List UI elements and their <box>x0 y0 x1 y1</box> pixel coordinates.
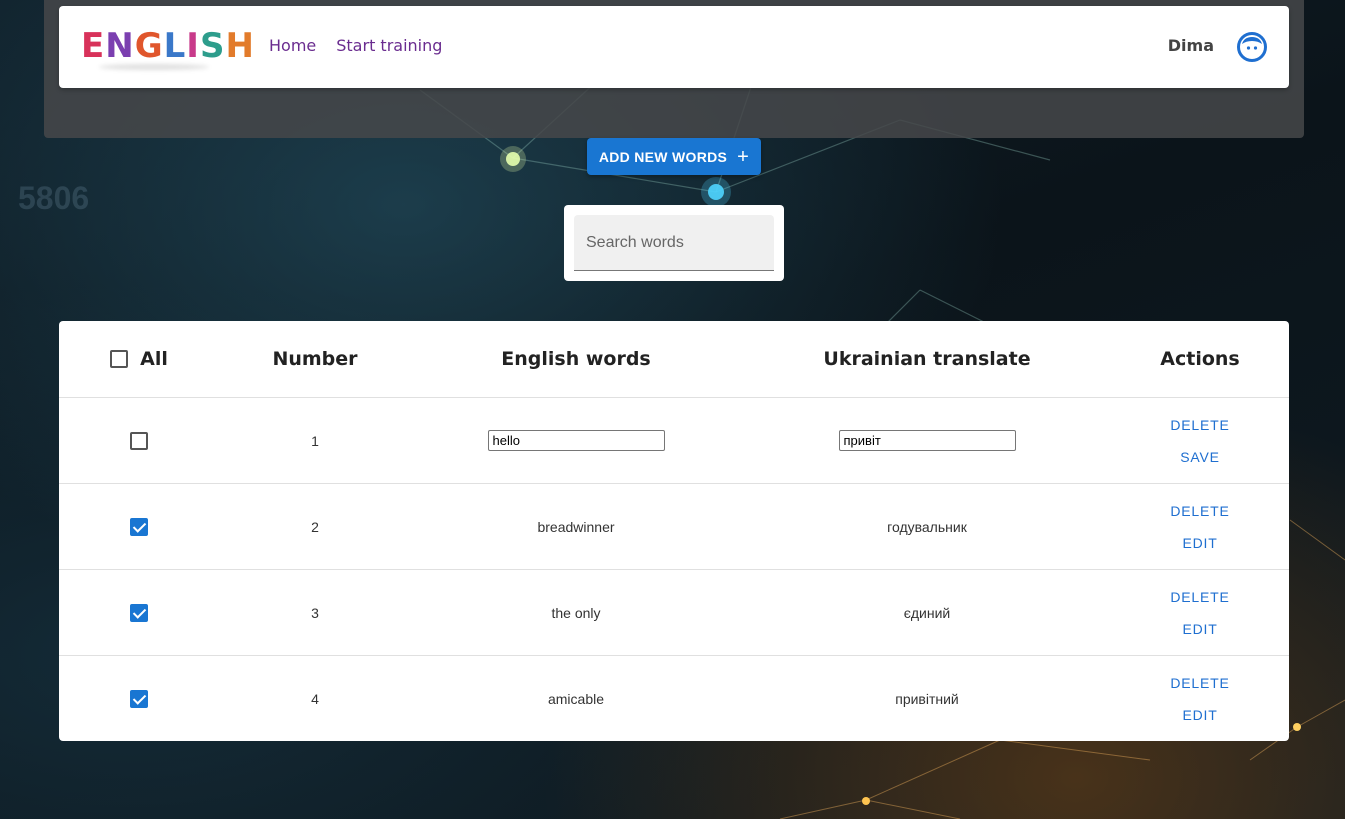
delete-button[interactable]: DELETE <box>1170 417 1229 433</box>
row-checkbox-cell <box>99 570 179 655</box>
plus-icon: + <box>737 145 750 168</box>
row-actions: DELETE EDIT <box>1125 570 1275 655</box>
select-all-group[interactable]: All <box>110 348 168 370</box>
nav-links: Home Start training <box>269 36 442 55</box>
header-number: Number <box>272 348 358 370</box>
header-select-all: All <box>99 321 179 397</box>
add-new-words-label: ADD NEW WORDS <box>598 148 728 165</box>
words-table: All Number English words Ukrainian trans… <box>59 321 1289 741</box>
select-all-checkbox[interactable] <box>110 350 129 368</box>
row-number: 1 <box>311 432 319 449</box>
nav-link-start-training[interactable]: Start training <box>336 36 442 55</box>
table-row: 4 amicable привітний DELETE EDIT <box>59 656 1289 741</box>
edit-button[interactable]: EDIT <box>1182 707 1217 723</box>
edit-button[interactable]: EDIT <box>1182 535 1217 551</box>
row-actions: DELETE SAVE <box>1125 398 1275 483</box>
nav-link-home[interactable]: Home <box>269 36 316 55</box>
delete-button[interactable]: DELETE <box>1170 503 1229 519</box>
background-number: 5806 <box>18 180 90 216</box>
english-word-input[interactable] <box>487 430 665 451</box>
add-new-words-button[interactable]: ADD NEW WORDS + <box>587 138 761 175</box>
row-checkbox[interactable] <box>130 431 148 450</box>
save-button[interactable]: SAVE <box>1180 449 1220 465</box>
row-ukrainian-cell <box>777 398 1077 483</box>
row-number: 4 <box>311 690 319 707</box>
row-checkbox-cell <box>99 484 179 569</box>
search-container <box>564 205 784 281</box>
user-name[interactable]: Dima <box>1168 36 1214 55</box>
row-english-cell <box>426 398 726 483</box>
row-actions: DELETE EDIT <box>1125 656 1275 741</box>
row-actions: DELETE EDIT <box>1125 484 1275 569</box>
face-icon[interactable] <box>1237 32 1267 62</box>
table-header-row: All Number English words Ukrainian trans… <box>59 321 1289 398</box>
header-actions: Actions <box>1160 348 1240 370</box>
row-number: 2 <box>311 518 319 535</box>
row-checkbox[interactable] <box>130 603 148 622</box>
row-ukrainian-translate: єдиний <box>903 604 951 621</box>
row-checkbox-cell <box>99 398 179 483</box>
header-english-words: English words <box>501 348 651 370</box>
row-english-word: amicable <box>547 690 605 707</box>
row-checkbox[interactable] <box>130 689 148 708</box>
search-input[interactable] <box>574 215 774 271</box>
header-ukrainian-translate: Ukrainian translate <box>823 348 1031 370</box>
row-checkbox-cell <box>99 656 179 741</box>
ukrainian-translate-input[interactable] <box>838 430 1016 451</box>
delete-button[interactable]: DELETE <box>1170 675 1229 691</box>
table-row: 3 the only єдиний DELETE EDIT <box>59 570 1289 656</box>
logo[interactable]: ENGLISH <box>81 26 255 66</box>
navbar: ENGLISH Home Start training Dima <box>59 6 1289 88</box>
delete-button[interactable]: DELETE <box>1170 589 1229 605</box>
row-english-word: the only <box>551 604 601 621</box>
row-ukrainian-translate: привітний <box>895 690 959 707</box>
select-all-label: All <box>140 348 168 370</box>
row-english-word: breadwinner <box>537 518 615 535</box>
table-row: 1 DELETE SAVE <box>59 398 1289 484</box>
logo-shadow <box>99 64 209 70</box>
row-checkbox[interactable] <box>130 517 148 536</box>
row-ukrainian-translate: годувальник <box>887 518 967 535</box>
edit-button[interactable]: EDIT <box>1182 621 1217 637</box>
table-row: 2 breadwinner годувальник DELETE EDIT <box>59 484 1289 570</box>
row-number: 3 <box>311 604 319 621</box>
